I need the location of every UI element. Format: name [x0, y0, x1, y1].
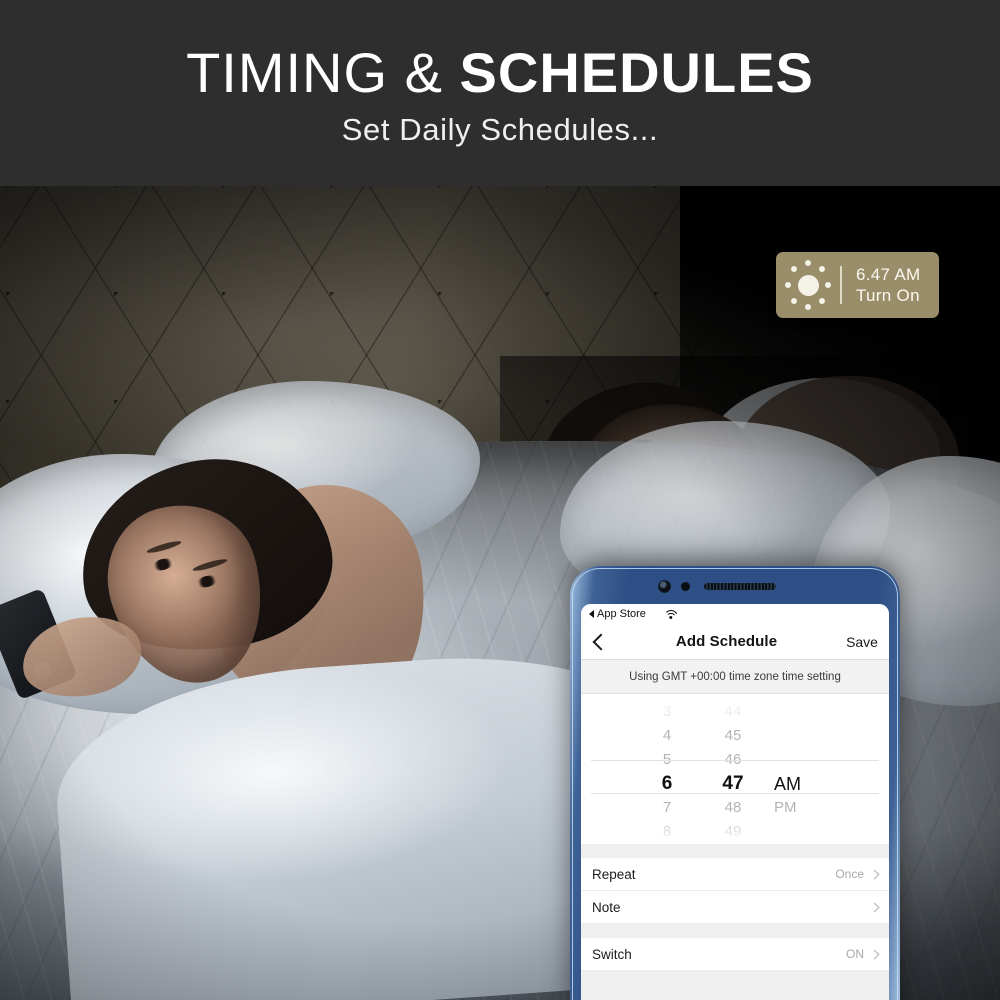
- minute-option[interactable]: 44: [700, 700, 766, 724]
- row-label: Note: [592, 899, 621, 915]
- save-button[interactable]: Save: [846, 634, 878, 650]
- row-label: Switch: [592, 946, 632, 962]
- row-switch[interactable]: Switch ON: [581, 938, 889, 971]
- row-value: ON: [846, 947, 864, 961]
- status-bar: App Store: [581, 604, 889, 624]
- phone-mockup: App Store Add Schedule Save Using GMT +0…: [570, 566, 900, 1000]
- page-title-bold: SCHEDULES: [459, 41, 814, 104]
- badge-text: 6.47 AM Turn On: [842, 264, 920, 306]
- row-right: Once: [835, 867, 880, 881]
- sun-ray-w: [785, 282, 791, 288]
- badge-time: 6.47 AM: [856, 265, 921, 284]
- promo-graphic: TIMING & SCHEDULES Set Daily Schedules..…: [0, 0, 1000, 1000]
- hour-column[interactable]: 3 4 5 6 7 8 9: [634, 700, 700, 844]
- sun-ray-nw: [791, 266, 797, 272]
- photo-dark-gutter: [940, 186, 1000, 416]
- schedule-badge: 6.47 AM Turn On: [776, 252, 939, 318]
- period-column[interactable]: - - - AM PM: [766, 700, 836, 844]
- badge-divider: [840, 266, 842, 304]
- chevron-right-icon: [869, 949, 880, 959]
- row-label: Repeat: [592, 866, 636, 882]
- screen-title: Add Schedule: [675, 633, 778, 650]
- row-value: Once: [835, 867, 864, 881]
- hour-option[interactable]: 7: [634, 796, 700, 820]
- wifi-icon: [663, 609, 678, 620]
- sun-ray-s: [805, 304, 811, 310]
- minute-option[interactable]: 49: [700, 820, 766, 844]
- sun-ray-se: [819, 298, 825, 304]
- front-camera-icon: [658, 579, 671, 593]
- hour-option[interactable]: 4: [634, 724, 700, 748]
- header-band: TIMING & SCHEDULES Set Daily Schedules..…: [0, 0, 1000, 186]
- picker-selection-line-bottom: [591, 793, 879, 794]
- sun-brightness-icon: [776, 252, 840, 318]
- picker-selection-line-top: [591, 760, 879, 761]
- page-title: TIMING & SCHEDULES: [0, 42, 1000, 104]
- status-bar-back-to-app[interactable]: App Store: [589, 608, 646, 620]
- page-subtitle: Set Daily Schedules...: [341, 112, 659, 147]
- sun-ray-e: [825, 282, 831, 288]
- row-right: [864, 902, 880, 912]
- list-tail-area: [581, 971, 889, 1000]
- hour-option[interactable]: 3: [634, 700, 700, 724]
- sun-ray-n: [805, 260, 811, 266]
- list-section-gap: [581, 844, 889, 858]
- back-triangle-icon: [589, 610, 594, 618]
- status-bar-app-label: App Store: [597, 608, 646, 620]
- sun-ray-sw: [791, 298, 797, 304]
- back-button[interactable]: [592, 633, 610, 650]
- badge-action: Turn On: [856, 286, 920, 305]
- minute-column[interactable]: 44 45 46 47 48 49 50: [700, 700, 766, 844]
- list-section-gap-2: [581, 924, 889, 938]
- row-repeat[interactable]: Repeat Once: [581, 858, 889, 891]
- earpiece-speaker: [704, 582, 776, 590]
- proximity-sensor-icon: [681, 581, 690, 591]
- hour-option[interactable]: 8: [634, 820, 700, 844]
- minute-option[interactable]: 45: [700, 724, 766, 748]
- chevron-right-icon: [869, 902, 880, 912]
- timezone-note: Using GMT +00:00 time zone time setting: [581, 660, 889, 694]
- page-title-thin: TIMING &: [186, 41, 443, 104]
- sun-ray-ne: [819, 266, 825, 272]
- time-picker[interactable]: 3 4 5 6 7 8 9 44 45 46 47 48 49 50: [581, 694, 889, 844]
- row-right: ON: [846, 947, 880, 961]
- phone-screen: App Store Add Schedule Save Using GMT +0…: [581, 604, 889, 1000]
- minute-option[interactable]: 48: [700, 796, 766, 820]
- period-option[interactable]: PM: [774, 796, 836, 820]
- chevron-right-icon: [869, 869, 880, 879]
- phone-top-hardware: [570, 566, 900, 606]
- sun-core: [798, 275, 819, 296]
- nav-bar: Add Schedule Save: [581, 624, 889, 660]
- row-note[interactable]: Note: [581, 891, 889, 924]
